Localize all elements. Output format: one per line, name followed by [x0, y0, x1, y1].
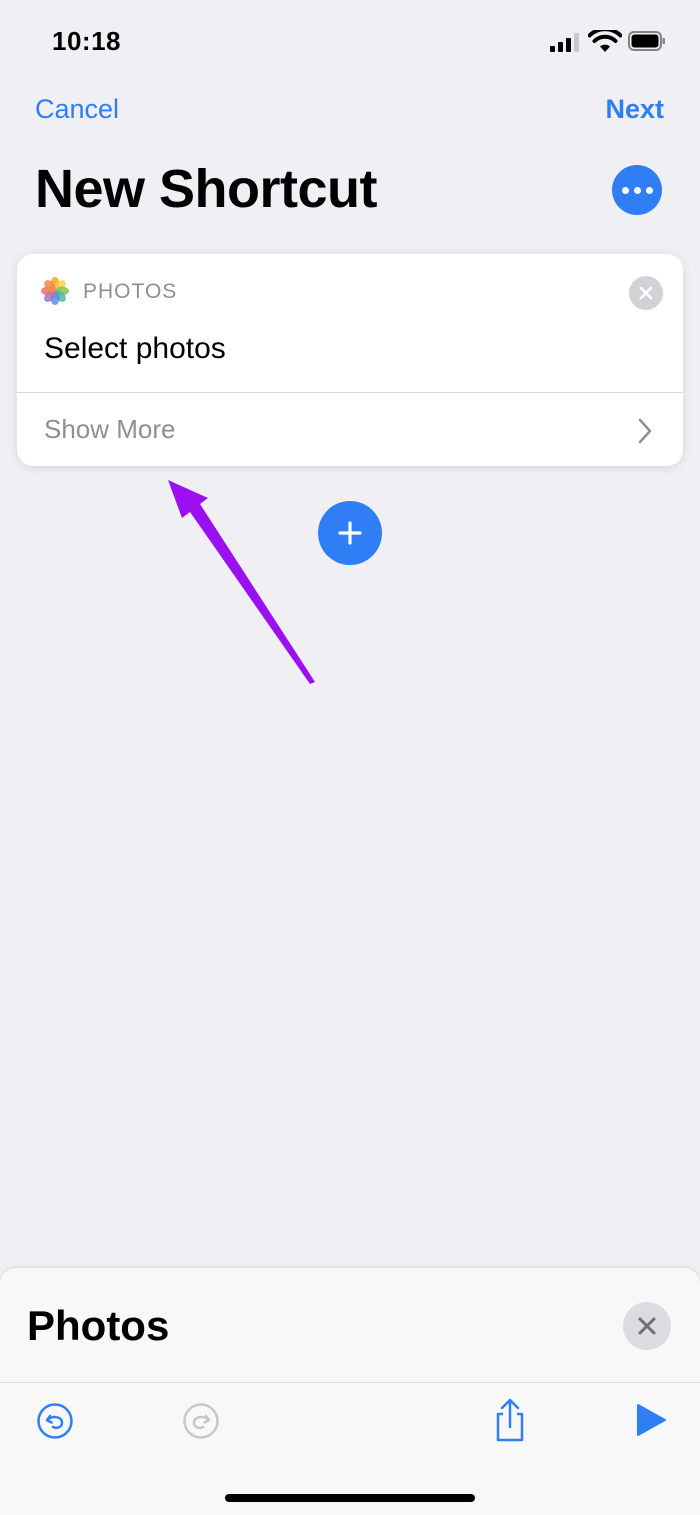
next-button[interactable]: Next — [605, 94, 664, 125]
wifi-icon — [588, 30, 622, 52]
redo-icon[interactable] — [181, 1401, 221, 1441]
share-icon[interactable] — [490, 1398, 530, 1444]
play-icon[interactable] — [634, 1402, 668, 1438]
close-icon — [639, 286, 653, 300]
sheet-title: Photos — [27, 1302, 170, 1349]
annotation-arrow — [168, 480, 315, 684]
action-card[interactable]: PHOTOS Select photos Show More — [17, 254, 683, 466]
battery-icon — [628, 31, 665, 51]
photos-app-icon — [41, 277, 69, 305]
page-title: New Shortcut — [35, 159, 378, 219]
ellipsis-icon — [619, 186, 655, 194]
bottom-sheet: Photos — [0, 1268, 700, 1515]
undo-icon[interactable] — [35, 1401, 75, 1441]
sheet-close-button[interactable] — [623, 1302, 671, 1350]
cellular-signal-icon — [550, 32, 580, 52]
action-title: Select photos — [44, 332, 226, 365]
close-icon — [638, 1317, 656, 1335]
status-time: 10:18 — [52, 26, 121, 56]
home-indicator — [225, 1494, 475, 1502]
remove-action-button[interactable] — [629, 276, 663, 310]
chevron-right-icon — [638, 418, 652, 444]
cancel-button[interactable]: Cancel — [35, 94, 119, 125]
sheet-divider — [0, 1382, 700, 1383]
show-more-button[interactable]: Show More — [44, 414, 176, 445]
card-divider — [17, 392, 683, 393]
more-options-button[interactable] — [612, 165, 662, 215]
action-app-name: PHOTOS — [83, 280, 178, 303]
plus-icon — [338, 521, 362, 545]
